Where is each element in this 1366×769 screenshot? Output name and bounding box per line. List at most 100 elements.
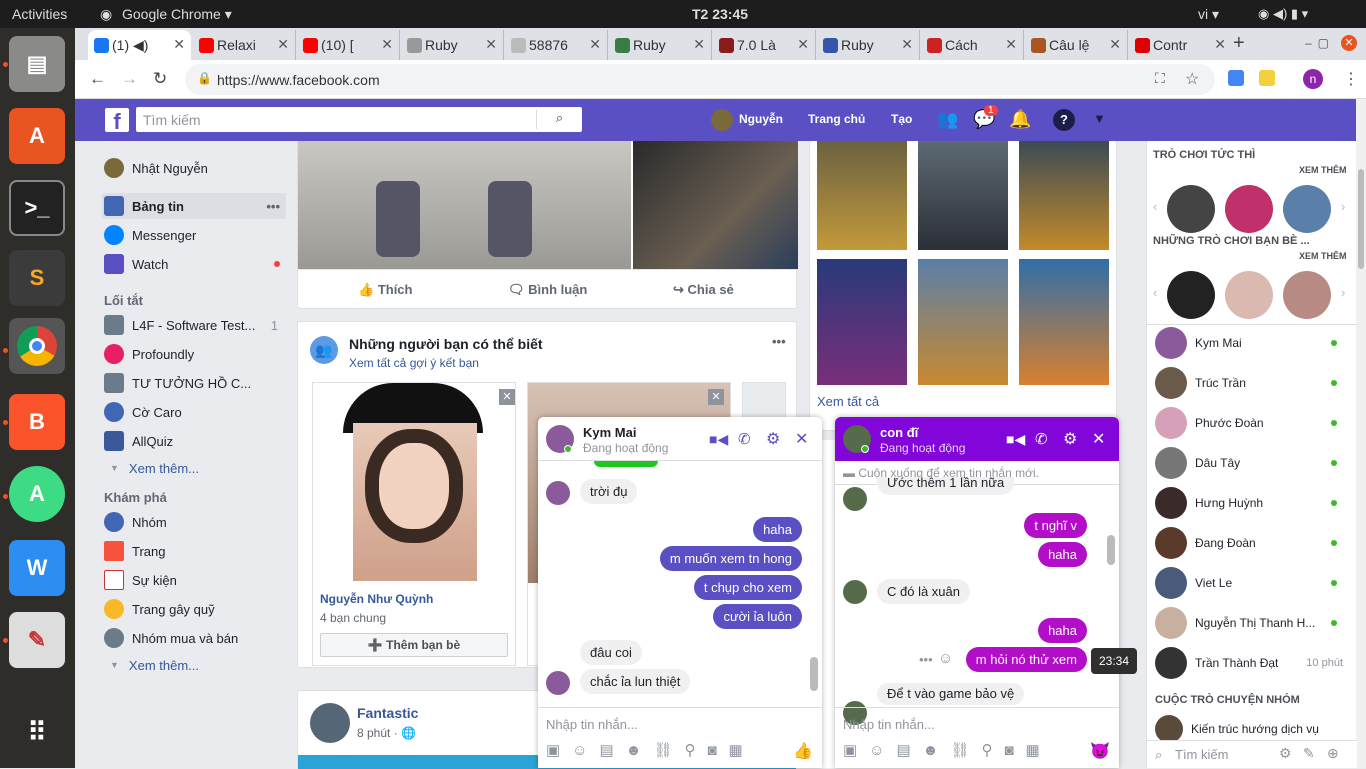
post-photo[interactable]	[633, 141, 798, 269]
new-group-icon[interactable]: ⊕	[1327, 745, 1339, 762]
message-bubble[interactable]: cười ỉa luôn	[713, 604, 802, 629]
close-icon[interactable]: ✕	[1092, 429, 1105, 449]
wps-icon[interactable]: W	[9, 540, 65, 596]
tab[interactable]: 58876 ✕	[505, 30, 608, 60]
sidebar-item-messenger[interactable]: Messenger	[102, 222, 196, 248]
profile-link[interactable]: Nhật Nguyễn	[102, 155, 208, 181]
tab-facebook[interactable]: (1) ◀) ✕	[88, 30, 191, 60]
settings-icon[interactable]: ⚙	[1279, 745, 1292, 762]
page-scrollbar[interactable]	[1356, 99, 1366, 768]
game-avatar[interactable]	[1225, 185, 1273, 233]
translate-icon[interactable]: ⛶	[1155, 70, 1165, 87]
app-menu[interactable]: Google Chrome ▾	[122, 6, 232, 23]
extension-icon[interactable]	[1228, 70, 1244, 86]
post-time[interactable]: 8 phút · 🌐	[357, 726, 416, 740]
chevron-right-icon[interactable]: ›	[1341, 285, 1345, 300]
settings-icon[interactable]: ⚙	[766, 429, 780, 449]
window-controls[interactable]: –▢	[1305, 36, 1335, 50]
show-apps-icon[interactable]: ⠿	[9, 704, 65, 760]
message-bubble[interactable]: Ước thêm 1 lần nữa	[877, 477, 1015, 495]
terminal-icon[interactable]: >_	[9, 180, 65, 236]
tab[interactable]: Cách ✕	[921, 30, 1024, 60]
contact-item[interactable]: Hưng Huỳnh	[1155, 485, 1351, 521]
chat-header[interactable]: con đĩ Đang hoạt động ■◀ ✆ ⚙ ✕	[835, 417, 1119, 461]
android-studio-icon[interactable]: A	[9, 466, 65, 522]
sidebar-item-shortcut[interactable]: L4F - Software Test... 1	[102, 312, 278, 338]
message-input[interactable]: Nhập tin nhắn...	[843, 717, 935, 732]
sidebar-item-fundraisers[interactable]: Trang gây quỹ	[102, 596, 215, 622]
post-photo[interactable]	[298, 141, 631, 269]
home-link[interactable]: Trang chủ	[808, 112, 865, 126]
chat-toolbar[interactable]: ▣☺▤☻⛓⚲◙▦	[843, 741, 1083, 759]
notifications-icon[interactable]: 🔔	[1009, 109, 1031, 130]
dismiss-icon[interactable]: ✕	[499, 389, 515, 405]
chrome-dock-icon[interactable]	[9, 318, 65, 374]
url-field[interactable]: 🔒 https://www.facebook.com ⛶ ☆	[185, 64, 1215, 95]
message-bubble[interactable]: t chụp cho xem	[693, 575, 802, 600]
chat-search-bar[interactable]: ⌕ Tìm kiếm ⚙ ✎ ⊕	[1147, 740, 1357, 768]
brave-icon[interactable]: B	[9, 394, 65, 450]
message-bubble[interactable]: chắc ỉa lun thiệt	[580, 669, 691, 694]
create-link[interactable]: Tạo	[891, 112, 912, 126]
compose-icon[interactable]: ✎	[1303, 745, 1315, 762]
video-call-icon[interactable]: ■◀	[1006, 431, 1025, 448]
message-bubble[interactable]: đâu coi	[580, 640, 642, 665]
suggestion-photo[interactable]	[313, 383, 515, 583]
tab[interactable]: Contr ✕	[1129, 30, 1232, 60]
contact-item[interactable]: Phước Đoàn	[1155, 405, 1351, 441]
chevron-right-icon[interactable]: ›	[1341, 199, 1345, 214]
files-icon[interactable]: ▤	[9, 36, 65, 92]
system-tray-icons[interactable]: ◉ ◀) ▮ ▾	[1258, 6, 1308, 22]
message-bubble[interactable]: C đó là xuân	[877, 579, 970, 604]
game-tile-league[interactable]	[817, 259, 907, 385]
phone-icon[interactable]: ✆	[1035, 430, 1048, 448]
sidebar-item-watch[interactable]: Watch	[102, 251, 280, 277]
message-bubble[interactable]: haha	[1038, 542, 1087, 567]
sidebar-item-shortcut[interactable]: Cờ Caro	[102, 399, 182, 425]
extension-icon[interactable]	[1259, 70, 1275, 86]
sublime-icon[interactable]: S	[9, 250, 65, 306]
message-input[interactable]: Nhập tin nhắn...	[546, 717, 638, 732]
tab[interactable]: Câu lệ ✕	[1025, 30, 1128, 60]
game-tile-pubg[interactable]	[817, 141, 907, 250]
text-editor-icon[interactable]: ✎	[9, 612, 65, 668]
message-bubble[interactable]: trời đụ	[580, 479, 638, 504]
share-button[interactable]: ↪ Chia sẻ	[673, 282, 734, 298]
chevron-left-icon[interactable]: ‹	[1153, 285, 1157, 300]
message-bubble[interactable]: Để t vào game bảo vệ	[877, 683, 1025, 705]
message-bubble[interactable]: haha	[1038, 618, 1087, 643]
contact-item[interactable]: Kym Mai	[1155, 325, 1351, 361]
game-avatar[interactable]	[1167, 271, 1215, 319]
chevron-left-icon[interactable]: ‹	[1153, 199, 1157, 214]
see-all-games-link[interactable]: Xem tất cả	[817, 394, 879, 409]
contact-item[interactable]: Trúc Trần	[1155, 365, 1351, 401]
see-more-link[interactable]: ▼ Xem thêm...	[102, 455, 199, 481]
more-icon[interactable]: •••	[919, 652, 933, 667]
forward-icon[interactable]: →	[121, 69, 138, 89]
game-avatar[interactable]	[1225, 271, 1273, 319]
chat-contact-name[interactable]: Kym Mai	[583, 425, 636, 440]
see-more-link[interactable]: ▼ Xem thêm...	[102, 652, 199, 678]
chat-contact-name[interactable]: con đĩ	[880, 425, 918, 440]
software-center-icon[interactable]: A	[9, 108, 65, 164]
chat-header[interactable]: Kym Mai Đang hoạt động ■◀ ✆ ⚙ ✕	[538, 417, 822, 461]
game-tile-battlegrounds[interactable]	[1019, 141, 1109, 250]
sidebar-item-events[interactable]: Sự kiện	[102, 567, 177, 593]
comment-button[interactable]: 🗨 Bình luận	[508, 282, 587, 298]
sidebar-item-shortcut[interactable]: TƯ TƯỞNG HỒ C...	[102, 370, 251, 396]
game-tile-pubg-lite[interactable]	[918, 259, 1008, 385]
sidebar-item-shortcut[interactable]: AllQuiz	[102, 428, 173, 454]
contact-item[interactable]: Dâu Tây	[1155, 445, 1351, 481]
message-bubble[interactable]: m hỏi nó thử xem	[965, 647, 1087, 672]
see-all-suggestions-link[interactable]: Xem tất cả gợi ý kết bạn	[349, 356, 479, 370]
emoji-icon[interactable]: 😈	[1090, 741, 1110, 761]
input-language[interactable]: vi ▾	[1198, 6, 1219, 23]
game-tile-arena-of-valor[interactable]	[918, 141, 1008, 250]
contact-item[interactable]: Trần Thành Đạt 10 phút	[1155, 645, 1351, 681]
sidebar-item-groups[interactable]: Nhóm	[102, 509, 167, 535]
activities-button[interactable]: Activities	[12, 6, 67, 22]
game-avatar[interactable]	[1167, 185, 1215, 233]
sidebar-item-shortcut[interactable]: Profoundly	[102, 341, 194, 367]
tab[interactable]: 7.0 Là ✕	[713, 30, 816, 60]
chat-scrollbar[interactable]	[1107, 535, 1115, 565]
